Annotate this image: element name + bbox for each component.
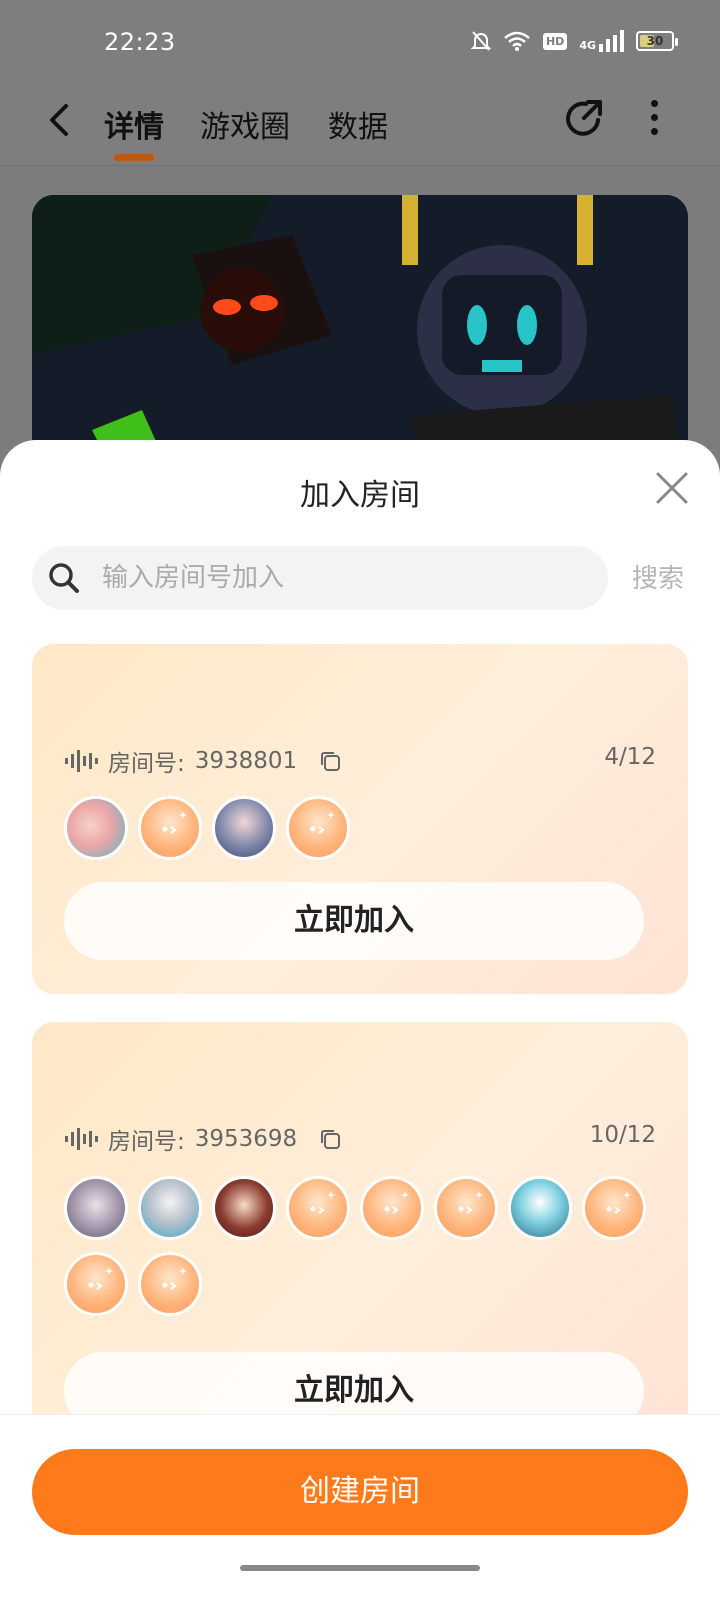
tab-data[interactable]: 数据	[328, 102, 388, 146]
search-box	[32, 546, 608, 610]
member-avatars	[64, 796, 664, 860]
back-button[interactable]	[42, 98, 78, 142]
create-room-button[interactable]: 创建房间	[32, 1449, 688, 1535]
avatar	[64, 796, 128, 860]
hd-icon: HD	[542, 32, 568, 50]
network-type-label: 4G	[579, 39, 596, 52]
sheet-footer: 创建房间	[0, 1414, 720, 1600]
avatar	[508, 1176, 572, 1240]
join-room-sheet: 加入房间 搜索 房间号: 3938801	[0, 440, 720, 1600]
tab-details[interactable]: 详情	[104, 102, 164, 146]
status-bar: 22:23 HD 4G 30	[0, 0, 720, 90]
room-number-input[interactable]	[102, 546, 592, 610]
room-member-count: 10/12	[589, 1122, 656, 1148]
avatar-default	[138, 1252, 202, 1316]
close-button[interactable]	[654, 470, 690, 506]
avatar	[212, 1176, 276, 1240]
avatar	[212, 796, 276, 860]
home-indicator[interactable]	[240, 1565, 480, 1571]
avatar-default	[286, 1176, 350, 1240]
room-number: 3938801	[194, 748, 298, 774]
more-button[interactable]	[648, 100, 660, 140]
sheet-title: 加入房间	[300, 478, 420, 513]
signal-icon: 4G	[579, 30, 624, 52]
avatar	[138, 1176, 202, 1240]
room-info: 房间号: 3953698	[64, 1122, 341, 1156]
avatar-default	[582, 1176, 646, 1240]
share-icon	[566, 100, 602, 136]
voice-wave-icon	[65, 750, 98, 772]
copy-icon[interactable]	[319, 750, 341, 772]
room-member-count: 4/12	[604, 744, 656, 770]
status-icons: HD 4G 30	[470, 30, 678, 52]
member-avatars	[64, 1176, 664, 1316]
share-button[interactable]	[562, 96, 606, 140]
room-card: 房间号: 3953698 10/12 立即加入	[32, 1022, 688, 1452]
status-time: 22:23	[104, 28, 176, 56]
active-tab-indicator	[114, 154, 154, 161]
avatar-default	[360, 1176, 424, 1240]
mute-bell-icon	[470, 31, 491, 51]
back-icon	[50, 104, 68, 136]
top-nav: 详情 游戏圈 数据	[0, 90, 720, 166]
wifi-icon	[504, 31, 530, 51]
battery-level: 30	[646, 34, 664, 48]
room-number-label: 房间号:	[108, 751, 185, 777]
join-room-button[interactable]: 立即加入	[64, 882, 644, 960]
search-icon	[49, 563, 79, 593]
avatar-default	[286, 796, 350, 860]
room-card: 房间号: 3938801 4/12 立即加入	[32, 644, 688, 994]
avatar	[64, 1176, 128, 1240]
avatar-default	[138, 796, 202, 860]
room-info: 房间号: 3938801	[64, 744, 341, 778]
avatar-default	[64, 1252, 128, 1316]
copy-icon[interactable]	[319, 1128, 341, 1150]
room-number: 3953698	[194, 1126, 298, 1152]
close-icon	[656, 472, 688, 504]
room-number-label: 房间号:	[108, 1129, 185, 1155]
voice-wave-icon	[65, 1128, 98, 1150]
tab-game-circle[interactable]: 游戏圈	[200, 102, 290, 146]
battery-icon: 30	[636, 31, 678, 51]
avatar-default	[434, 1176, 498, 1240]
search-button[interactable]: 搜索	[632, 558, 684, 595]
